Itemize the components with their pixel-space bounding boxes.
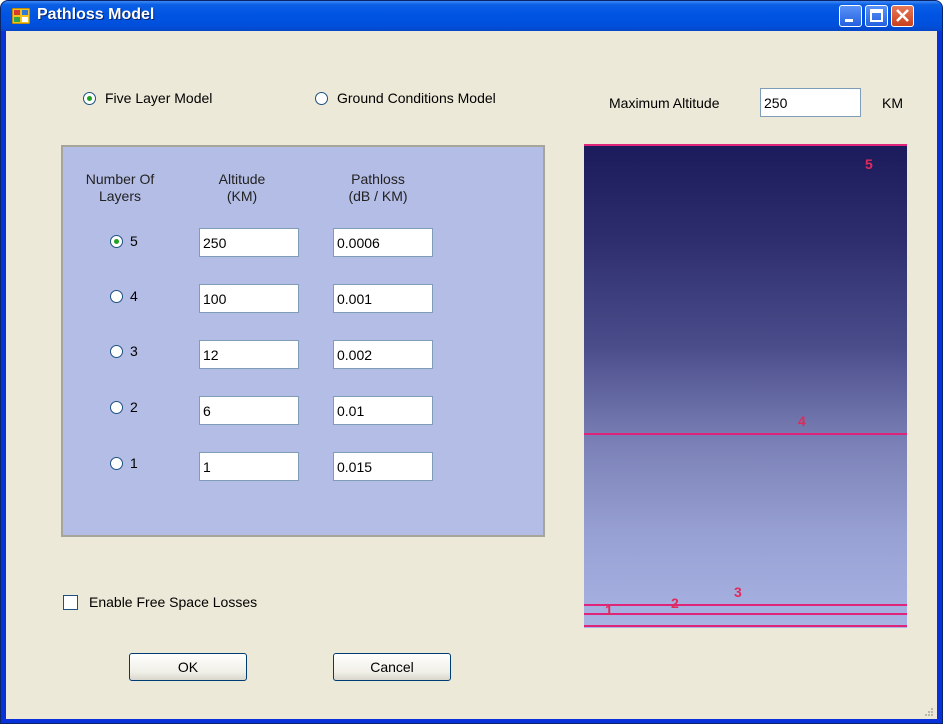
layer-3-radio[interactable] bbox=[110, 345, 123, 358]
title-bar[interactable]: Pathloss Model bbox=[1, 1, 942, 31]
header-number-of-layers: Number Of Layers bbox=[85, 171, 155, 204]
maximize-icon bbox=[870, 9, 883, 22]
layer-5-radio[interactable] bbox=[110, 235, 123, 248]
resize-grip-icon[interactable] bbox=[924, 707, 934, 717]
layer-1-pathloss-input[interactable] bbox=[333, 452, 433, 481]
five-layer-model-label[interactable]: Five Layer Model bbox=[105, 90, 212, 106]
layer-5-boundary-line bbox=[584, 144, 907, 146]
layer-2-label[interactable]: 2 bbox=[130, 399, 138, 415]
layer-3-label[interactable]: 3 bbox=[130, 343, 138, 359]
layers-panel: Number Of Layers Altitude (KM) Pathloss … bbox=[61, 145, 545, 537]
atmosphere-layers-diagram: 5 4 3 2 1 bbox=[584, 144, 907, 628]
layer-4-altitude-input[interactable] bbox=[199, 284, 299, 313]
window-app-icon bbox=[12, 8, 30, 24]
diagram-label-4: 4 bbox=[798, 413, 806, 429]
layer-2-radio[interactable] bbox=[110, 401, 123, 414]
cancel-button[interactable]: Cancel bbox=[333, 653, 451, 681]
layer-1-label[interactable]: 1 bbox=[130, 455, 138, 471]
layer-1-boundary-line bbox=[584, 625, 907, 627]
close-button[interactable] bbox=[891, 5, 914, 27]
layer-2-boundary-line bbox=[584, 613, 907, 615]
layer-3-boundary-line bbox=[584, 604, 907, 606]
layer-1-altitude-input[interactable] bbox=[199, 452, 299, 481]
layer-3-pathloss-input[interactable] bbox=[333, 340, 433, 369]
maximum-altitude-label: Maximum Altitude bbox=[609, 95, 720, 111]
maximum-altitude-unit: KM bbox=[882, 95, 903, 111]
minimize-button[interactable] bbox=[839, 5, 862, 27]
enable-free-space-losses-checkbox[interactable] bbox=[63, 595, 78, 610]
diagram-label-2: 2 bbox=[671, 595, 679, 611]
layer-4-label[interactable]: 4 bbox=[130, 288, 138, 304]
layer-5-altitude-input[interactable] bbox=[199, 228, 299, 257]
layer-1-radio[interactable] bbox=[110, 457, 123, 470]
layer-2-pathloss-input[interactable] bbox=[333, 396, 433, 425]
ok-button[interactable]: OK bbox=[129, 653, 247, 681]
diagram-label-5: 5 bbox=[865, 156, 873, 172]
layer-4-boundary-line bbox=[584, 433, 907, 435]
enable-free-space-losses-label[interactable]: Enable Free Space Losses bbox=[89, 594, 257, 610]
maximize-button[interactable] bbox=[865, 5, 888, 27]
layer-3-altitude-input[interactable] bbox=[199, 340, 299, 369]
maximum-altitude-input[interactable] bbox=[760, 88, 861, 117]
ground-conditions-model-label[interactable]: Ground Conditions Model bbox=[337, 90, 496, 106]
layer-4-radio[interactable] bbox=[110, 290, 123, 303]
window-title: Pathloss Model bbox=[37, 6, 155, 23]
layer-2-altitude-input[interactable] bbox=[199, 396, 299, 425]
layer-5-label[interactable]: 5 bbox=[130, 233, 138, 249]
pathloss-model-window: Pathloss Model Five Layer Model Ground C… bbox=[0, 0, 943, 724]
diagram-label-3: 3 bbox=[734, 584, 742, 600]
close-icon bbox=[896, 9, 909, 22]
header-pathloss: Pathloss (dB / KM) bbox=[348, 171, 408, 204]
diagram-label-1: 1 bbox=[605, 602, 613, 618]
layer-5-pathloss-input[interactable] bbox=[333, 228, 433, 257]
minimize-icon bbox=[845, 19, 853, 22]
header-altitude: Altitude (KM) bbox=[218, 171, 266, 204]
five-layer-model-radio[interactable] bbox=[83, 92, 96, 105]
layer-4-pathloss-input[interactable] bbox=[333, 284, 433, 313]
dialog-client-area: Five Layer Model Ground Conditions Model… bbox=[6, 31, 937, 719]
ground-conditions-model-radio[interactable] bbox=[315, 92, 328, 105]
